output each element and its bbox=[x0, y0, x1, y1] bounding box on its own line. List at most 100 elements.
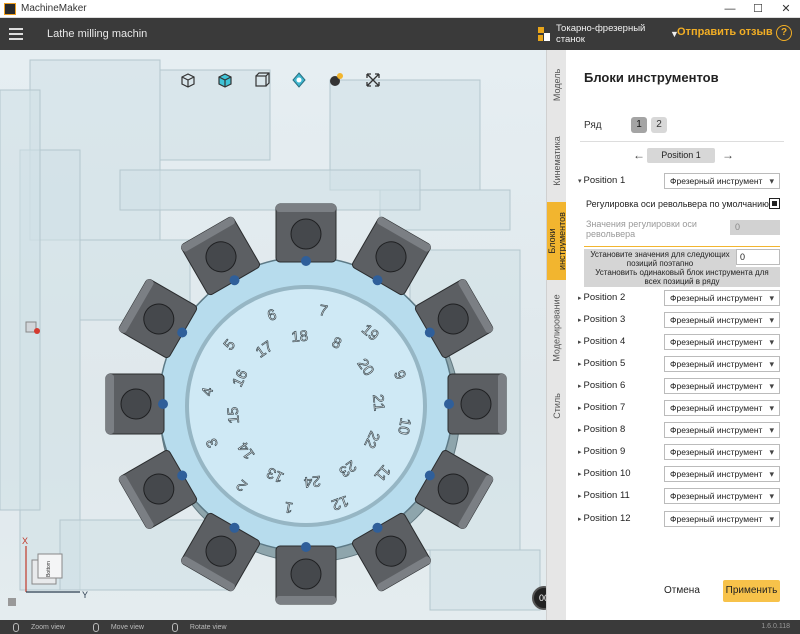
tool-type-select[interactable]: Фрезерный инструмент bbox=[664, 511, 780, 527]
position-marker[interactable] bbox=[229, 275, 240, 286]
position-label[interactable]: Position 1 bbox=[578, 175, 626, 186]
row-label: Ряд bbox=[584, 120, 602, 131]
panel-title: Блоки инструментов bbox=[584, 70, 719, 85]
tool-type-select[interactable]: Фрезерный инструмент bbox=[664, 356, 780, 372]
position-label[interactable]: Position 2 bbox=[578, 292, 626, 303]
tool-block[interactable] bbox=[275, 545, 337, 605]
tab-kinematics[interactable]: Кинематика bbox=[547, 120, 567, 202]
cancel-button[interactable]: Отмена bbox=[664, 585, 700, 596]
position-row[interactable]: Position 9 Фрезерный инструмент bbox=[578, 444, 788, 460]
minimize-button[interactable]: — bbox=[716, 0, 744, 18]
row-1-button[interactable]: 1 bbox=[631, 117, 647, 133]
adjust-values-input[interactable]: 0 bbox=[730, 220, 780, 235]
position-row[interactable]: Position 8 Фрезерный инструмент bbox=[578, 422, 788, 438]
svg-text:X: X bbox=[22, 536, 28, 546]
view-toolbar bbox=[176, 68, 385, 92]
tool-type-select[interactable]: Фрезерный инструмент bbox=[664, 290, 780, 306]
tool-type-select[interactable]: Фрезерный инструмент bbox=[664, 173, 780, 189]
tab-model[interactable]: Модель bbox=[547, 50, 567, 120]
machine-icon bbox=[538, 27, 550, 41]
position-marker[interactable] bbox=[444, 399, 454, 409]
box-top-icon[interactable] bbox=[213, 68, 237, 92]
turret-position-number: 10 bbox=[394, 417, 414, 436]
tool-type-select[interactable]: Фрезерный инструмент bbox=[664, 400, 780, 416]
maximize-button[interactable]: ☐ bbox=[744, 0, 772, 18]
close-button[interactable]: ✕ bbox=[772, 0, 800, 18]
position-label[interactable]: Position 9 bbox=[578, 446, 626, 457]
machine-name: Токарно-фрезерный станок bbox=[556, 23, 646, 45]
position-row[interactable]: Position 11 Фрезерный инструмент bbox=[578, 488, 788, 504]
tab-style[interactable]: Стиль bbox=[547, 376, 567, 436]
box-iso-icon[interactable] bbox=[176, 68, 200, 92]
tool-type-select[interactable]: Фрезерный инструмент bbox=[664, 378, 780, 394]
tool-block[interactable] bbox=[275, 203, 337, 263]
vertical-tab-bar: Модель Кинематика Блоки инструментов Мод… bbox=[546, 50, 567, 620]
tool-type-select[interactable]: Фрезерный инструмент bbox=[664, 444, 780, 460]
position-row[interactable]: Position 7 Фрезерный инструмент bbox=[578, 400, 788, 416]
turret-position-number: 21 bbox=[369, 394, 387, 412]
tool-type-select[interactable]: Фрезерный инструмент bbox=[664, 334, 780, 350]
position-marker[interactable] bbox=[424, 470, 435, 481]
position-label[interactable]: Position 12 bbox=[578, 513, 631, 524]
position-marker[interactable] bbox=[424, 327, 435, 338]
version-label: 1.6.0.118 bbox=[761, 623, 790, 630]
position-row[interactable]: Position 3 Фрезерный инструмент bbox=[578, 312, 788, 328]
tab-tool-blocks[interactable]: Блоки инструментов bbox=[547, 202, 567, 280]
mouse-icon bbox=[171, 622, 178, 632]
tool-type-select[interactable]: Фрезерный инструмент bbox=[664, 422, 780, 438]
position-label[interactable]: Position 6 bbox=[578, 380, 626, 391]
turret-position-number: 18 bbox=[291, 328, 309, 346]
position-row[interactable]: Position 1 Фрезерный инструмент bbox=[578, 173, 788, 189]
set-same-block-button[interactable]: Установить одинаковый блок инструмента д… bbox=[584, 267, 780, 287]
zoom-hint: Zoom view bbox=[13, 622, 65, 632]
orbit-icon[interactable] bbox=[324, 68, 348, 92]
position-label[interactable]: Position 7 bbox=[578, 402, 626, 413]
position-label[interactable]: Position 4 bbox=[578, 336, 626, 347]
feedback-link[interactable]: Отправить отзыв bbox=[677, 26, 773, 38]
set-next-values-input[interactable]: 0 bbox=[736, 249, 780, 265]
position-marker[interactable] bbox=[177, 327, 188, 338]
position-row[interactable]: Position 12 Фрезерный инструмент bbox=[578, 511, 788, 527]
apply-button[interactable]: Применить bbox=[723, 580, 780, 602]
expand-icon[interactable] bbox=[361, 68, 385, 92]
position-label[interactable]: Position 5 bbox=[578, 358, 626, 369]
accent-divider bbox=[584, 246, 780, 247]
position-row[interactable]: Position 4 Фрезерный инструмент bbox=[578, 334, 788, 350]
prev-position-arrow-icon[interactable]: ← bbox=[633, 148, 645, 162]
tool-block[interactable] bbox=[447, 373, 507, 435]
position-row[interactable]: Position 10 Фрезерный инструмент bbox=[578, 466, 788, 482]
next-position-arrow-icon[interactable]: → bbox=[722, 148, 734, 162]
tool-type-select[interactable]: Фрезерный инструмент bbox=[664, 466, 780, 482]
position-marker[interactable] bbox=[372, 522, 383, 533]
position-marker[interactable] bbox=[372, 275, 383, 286]
position-label[interactable]: Position 3 bbox=[578, 314, 626, 325]
machine-selector[interactable]: Токарно-фрезерный станок ▼ bbox=[538, 22, 679, 46]
menu-icon[interactable] bbox=[9, 25, 23, 43]
position-row[interactable]: Position 5 Фрезерный инструмент bbox=[578, 356, 788, 372]
tab-simulation[interactable]: Моделирование bbox=[547, 280, 567, 376]
box-front-icon[interactable] bbox=[250, 68, 274, 92]
tool-block[interactable] bbox=[105, 373, 165, 435]
position-label[interactable]: Position 10 bbox=[578, 468, 631, 479]
position-marker[interactable] bbox=[301, 256, 311, 266]
position-marker[interactable] bbox=[229, 522, 240, 533]
position-label[interactable]: Position 11 bbox=[578, 490, 630, 501]
position-row[interactable]: Position 2 Фрезерный инструмент bbox=[578, 290, 788, 306]
view-cube-label: Bottom bbox=[46, 561, 52, 577]
3d-viewport[interactable]: 7 8 19 20 9 21 10 22 11 23 12 24 1 13 2 14 3 15 4 16 5 17 6 18 … bbox=[0, 50, 546, 620]
position-row[interactable]: Position 6 Фрезерный инструмент bbox=[578, 378, 788, 394]
default-axis-checkbox[interactable] bbox=[769, 198, 780, 209]
turret-position-number: 24 bbox=[303, 472, 321, 490]
position-marker[interactable] bbox=[177, 470, 188, 481]
row-2-button[interactable]: 2 bbox=[651, 117, 667, 133]
position-marker[interactable] bbox=[301, 542, 311, 552]
fit-view-icon[interactable] bbox=[287, 68, 311, 92]
app-logo-icon bbox=[4, 2, 16, 15]
lock-icon[interactable] bbox=[8, 598, 16, 606]
set-next-values-button[interactable]: Установите значения для следующих позици… bbox=[584, 249, 736, 269]
help-icon[interactable]: ? bbox=[776, 25, 792, 41]
tool-type-select[interactable]: Фрезерный инструмент bbox=[664, 312, 780, 328]
tool-type-select[interactable]: Фрезерный инструмент bbox=[664, 488, 780, 504]
position-label[interactable]: Position 8 bbox=[578, 424, 626, 435]
position-marker[interactable] bbox=[158, 399, 168, 409]
